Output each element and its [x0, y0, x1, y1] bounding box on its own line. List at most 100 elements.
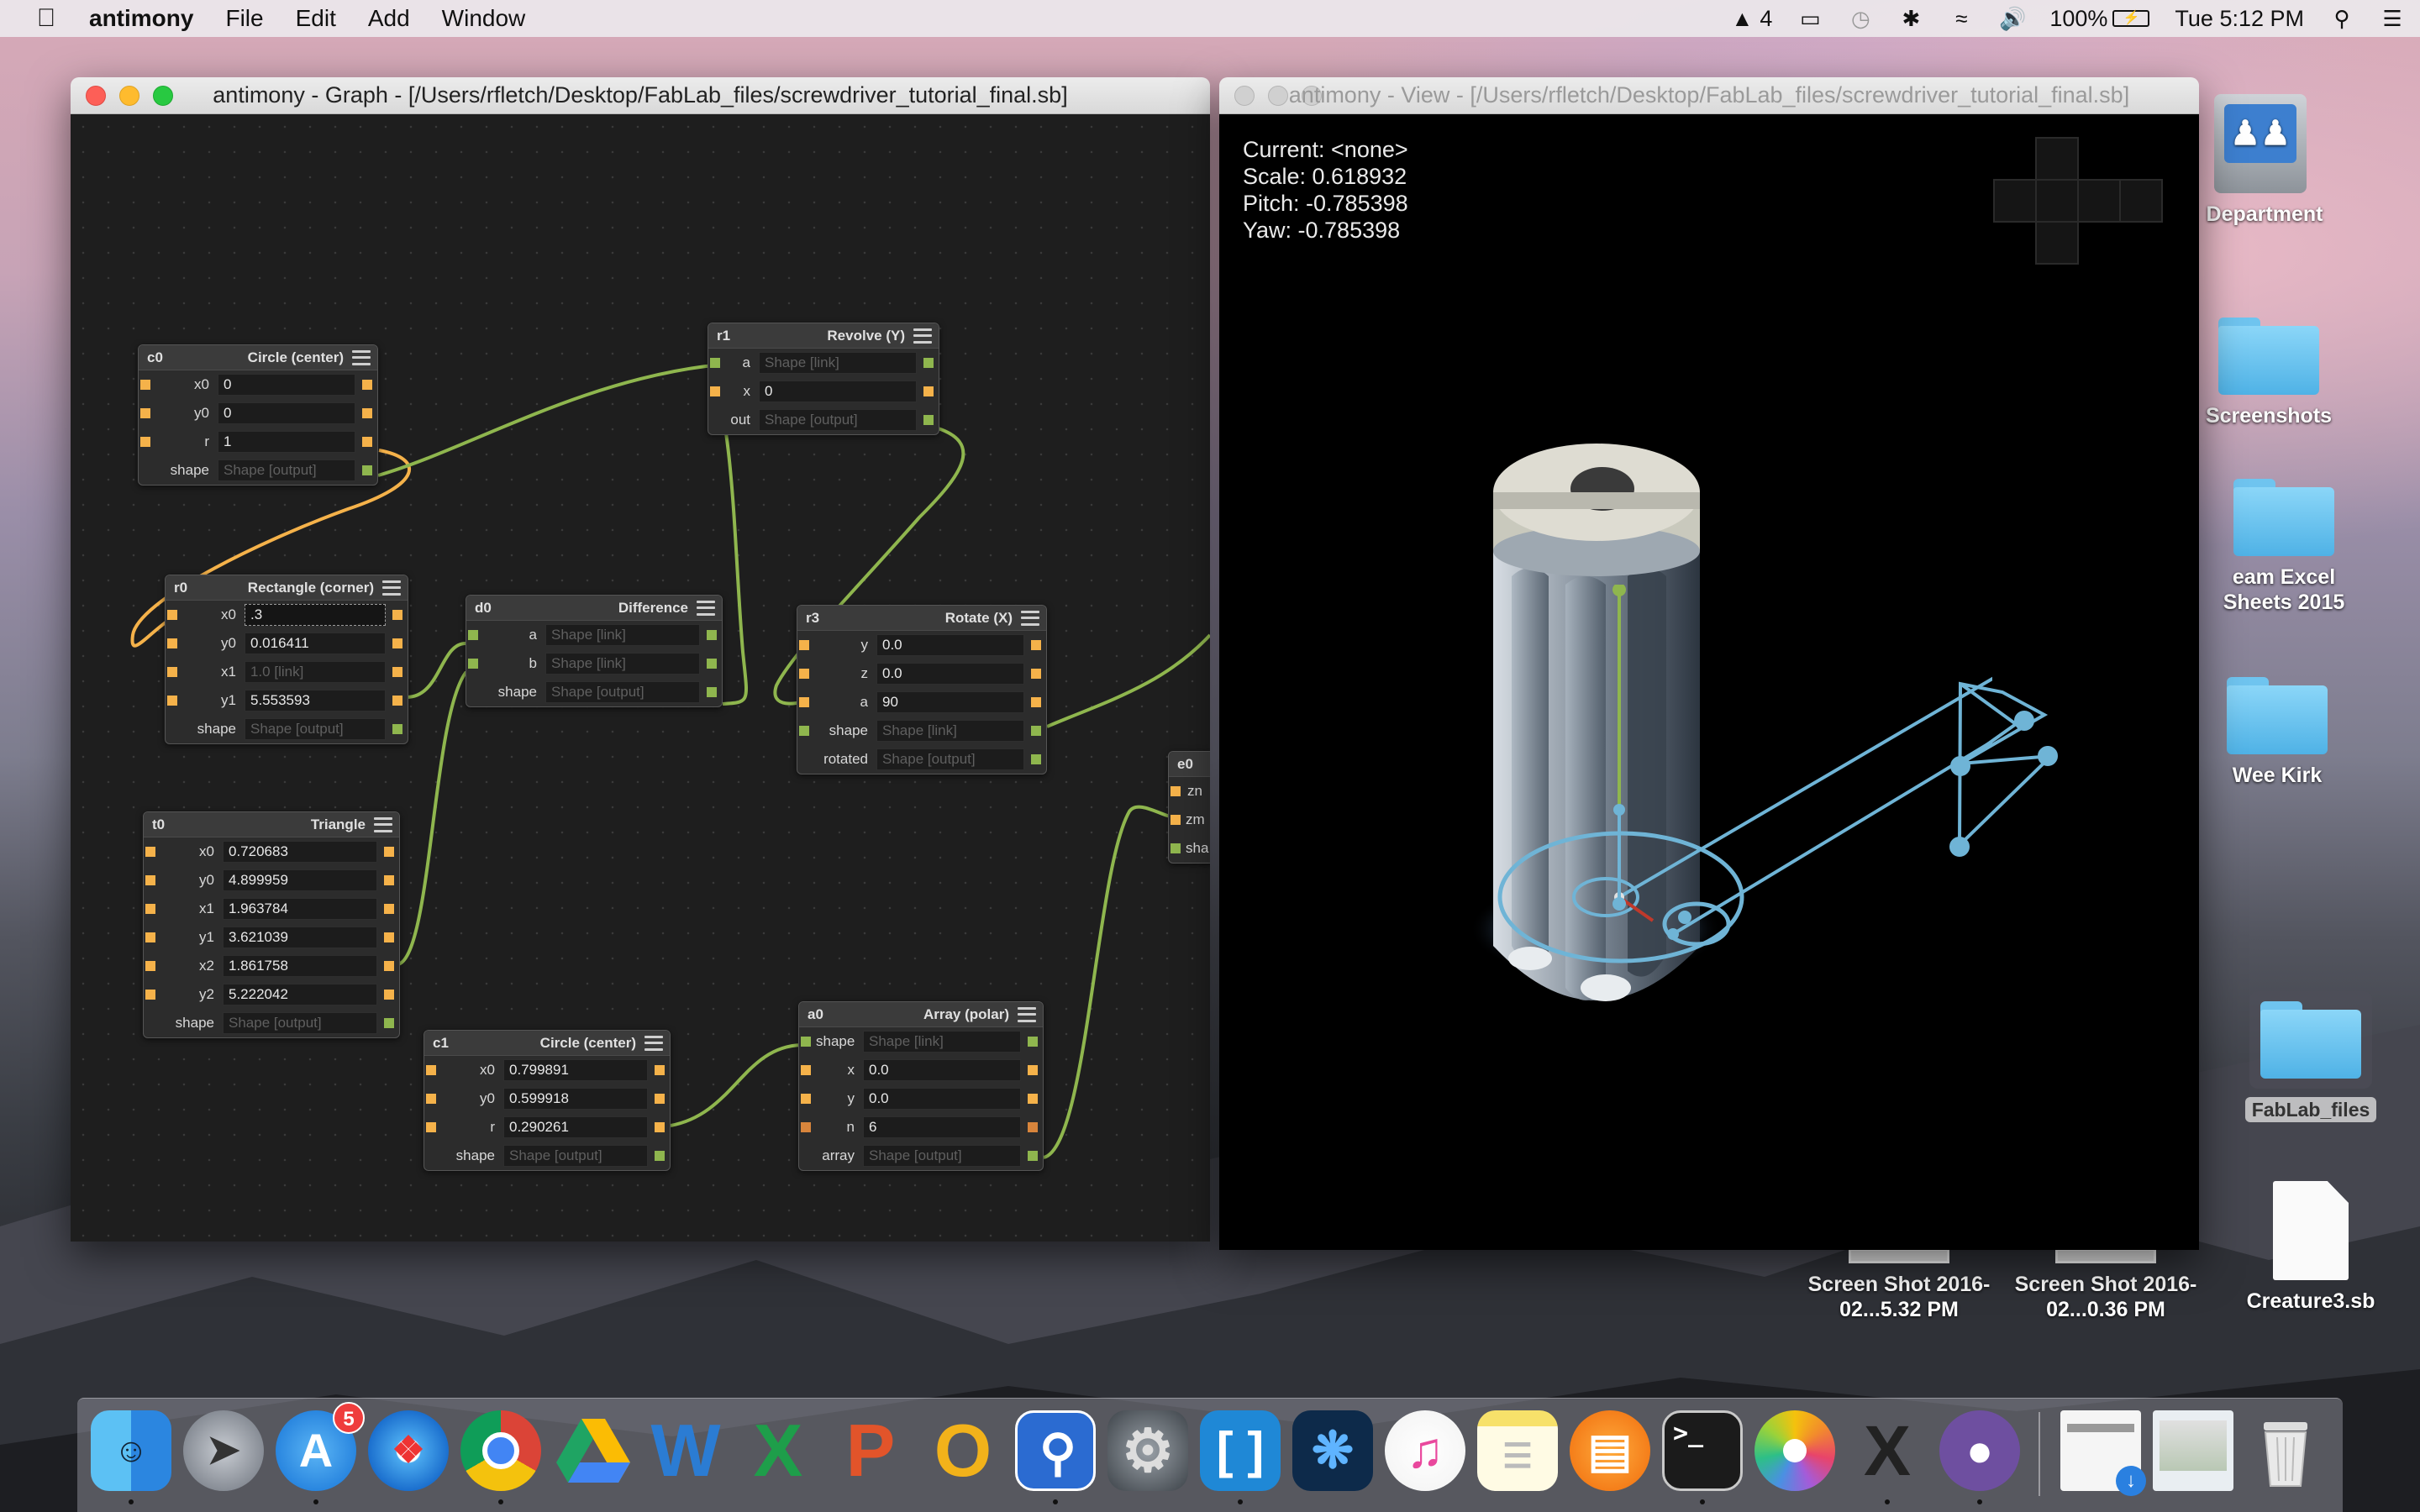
- output-pin[interactable]: [1031, 754, 1041, 764]
- minimize-button[interactable]: [1268, 85, 1288, 106]
- input-pin[interactable]: [145, 990, 155, 1000]
- row-value-field[interactable]: 5.553593: [245, 690, 386, 711]
- input-pin[interactable]: [145, 961, 155, 971]
- output-pin[interactable]: [384, 1018, 394, 1028]
- node-header[interactable]: t0 Triangle: [144, 812, 399, 837]
- output-pin[interactable]: [1028, 1065, 1038, 1075]
- input-pin[interactable]: [801, 1122, 811, 1132]
- zoom-button[interactable]: [1302, 85, 1322, 106]
- input-pin[interactable]: [799, 640, 809, 650]
- desktop-icon-screenshots[interactable]: Screenshots: [2193, 318, 2344, 428]
- output-pin[interactable]: [1028, 1151, 1038, 1161]
- row-value-field[interactable]: 4.899959: [223, 869, 377, 891]
- row-value-field[interactable]: 0.799891: [503, 1059, 648, 1081]
- output-pin[interactable]: [384, 904, 394, 914]
- node-menu-icon[interactable]: [1018, 1006, 1036, 1022]
- input-pin[interactable]: [799, 669, 809, 679]
- node-a0[interactable]: a0 Array (polar) shape Shape [link] x 0.0 …: [798, 1001, 1044, 1171]
- output-pin[interactable]: [384, 990, 394, 1000]
- node-header[interactable]: r0 Rectangle (corner): [166, 575, 408, 601]
- control-gizmos[interactable]: [1471, 585, 1992, 1021]
- input-pin[interactable]: [710, 358, 720, 368]
- output-pin[interactable]: [384, 961, 394, 971]
- dock-brackets-icon[interactable]: [ ]: [1200, 1410, 1281, 1491]
- node-header[interactable]: r3 Rotate (X): [797, 606, 1046, 631]
- output-pin[interactable]: [392, 667, 402, 677]
- input-pin[interactable]: [167, 667, 177, 677]
- view-orientation-cube[interactable]: [1989, 134, 2165, 269]
- node-header[interactable]: c1 Circle (center): [424, 1031, 670, 1056]
- desktop-icon-screen-shot-2[interactable]: Screen Shot 2016-02...0.36 PM: [2005, 1248, 2207, 1322]
- row-value-field[interactable]: 0: [218, 402, 355, 424]
- file-menu[interactable]: File: [225, 5, 263, 32]
- row-value-field[interactable]: 6: [863, 1116, 1021, 1138]
- output-pin[interactable]: [655, 1065, 665, 1075]
- graph-window-titlebar[interactable]: antimony - Graph - [/Users/rfletch/Deskt…: [71, 77, 1210, 114]
- input-pin[interactable]: [1171, 843, 1181, 853]
- dock-excel-icon[interactable]: X: [738, 1410, 818, 1491]
- output-pin[interactable]: [707, 687, 717, 697]
- input-pin[interactable]: [167, 638, 177, 648]
- input-pin[interactable]: [145, 847, 155, 857]
- input-pin[interactable]: [801, 1037, 811, 1047]
- output-pin[interactable]: [392, 638, 402, 648]
- input-pin[interactable]: [145, 875, 155, 885]
- output-pin[interactable]: [362, 465, 372, 475]
- output-pin[interactable]: [1028, 1122, 1038, 1132]
- input-pin[interactable]: [140, 408, 150, 418]
- battery-status[interactable]: 100% ⚡: [2049, 6, 2150, 32]
- node-header[interactable]: c0 Circle (center): [139, 345, 377, 370]
- node-header[interactable]: r1 Revolve (Y): [708, 323, 939, 349]
- output-pin[interactable]: [384, 875, 394, 885]
- node-r3[interactable]: r3 Rotate (X) y 0.0 z 0.0 a 90 shape Shape […: [797, 605, 1047, 774]
- dock-documents-stack-icon[interactable]: [2153, 1410, 2233, 1491]
- input-pin[interactable]: [140, 437, 150, 447]
- view-window-titlebar[interactable]: antimony - View - [/Users/rfletch/Deskto…: [1219, 77, 2199, 114]
- spotlight-search-icon[interactable]: ⚲: [2329, 7, 2354, 30]
- output-pin[interactable]: [1028, 1037, 1038, 1047]
- input-pin[interactable]: [801, 1094, 811, 1104]
- close-button[interactable]: [1234, 85, 1255, 106]
- input-pin[interactable]: [145, 932, 155, 942]
- output-pin[interactable]: [1028, 1094, 1038, 1104]
- row-value-field[interactable]: 1.963784: [223, 898, 377, 920]
- output-pin[interactable]: [923, 415, 934, 425]
- dock-launchpad-icon[interactable]: ➤: [183, 1410, 264, 1491]
- graph-canvas[interactable]: c0 Circle (center) x0 0 y0 0 r1 shape Shape…: [71, 114, 1210, 1242]
- output-pin[interactable]: [923, 358, 934, 368]
- desktop-icon-wee-kirk[interactable]: Wee Kirk: [2202, 677, 2353, 788]
- dock-antimony-icon[interactable]: ⚲: [1015, 1410, 1096, 1491]
- add-menu[interactable]: Add: [368, 5, 410, 32]
- window-menu[interactable]: Window: [442, 5, 526, 32]
- dock-word-icon[interactable]: W: [645, 1410, 726, 1491]
- node-menu-icon[interactable]: [374, 816, 392, 832]
- edit-menu[interactable]: Edit: [296, 5, 336, 32]
- output-pin[interactable]: [655, 1151, 665, 1161]
- desktop-icon-department[interactable]: ♟♟ Department: [2185, 94, 2336, 227]
- node-t0[interactable]: t0 Triangle x0 0.720683 y0 4.899959 x1 1.96…: [143, 811, 400, 1038]
- output-pin[interactable]: [384, 847, 394, 857]
- dock-x11-icon[interactable]: X: [1847, 1410, 1928, 1491]
- row-value-field[interactable]: 0.0: [863, 1088, 1021, 1110]
- desktop-icon-screen-shot-1[interactable]: Screen Shot 2016-02...5.32 PM: [1798, 1248, 2000, 1322]
- dock-trash-icon[interactable]: [2245, 1410, 2326, 1491]
- input-pin[interactable]: [468, 630, 478, 640]
- airplay-icon[interactable]: ▭: [1797, 7, 1823, 30]
- node-header[interactable]: e0: [1169, 752, 1210, 777]
- bluetooth-icon[interactable]: ✱: [1898, 7, 1923, 30]
- node-c0[interactable]: c0 Circle (center) x0 0 y0 0 r1 shape Shape…: [138, 344, 378, 486]
- dock-terminal-icon[interactable]: >_: [1662, 1410, 1743, 1491]
- dock-itunes-icon[interactable]: ♫: [1385, 1410, 1465, 1491]
- node-menu-icon[interactable]: [697, 600, 715, 616]
- row-value-field[interactable]: 0.0: [876, 663, 1024, 685]
- dock-chrome-icon[interactable]: [460, 1410, 541, 1491]
- apple-menu-icon[interactable]: : [34, 6, 59, 31]
- desktop-icon-excel-sheets[interactable]: eam Excel Sheets 2015: [2200, 479, 2368, 615]
- input-pin[interactable]: [1171, 786, 1181, 796]
- input-pin[interactable]: [426, 1094, 436, 1104]
- output-pin[interactable]: [362, 380, 372, 390]
- node-header[interactable]: d0 Difference: [466, 596, 722, 621]
- dock-app-store-icon[interactable]: A 5: [276, 1402, 365, 1491]
- dock-orbit-app-icon[interactable]: ❋: [1292, 1410, 1373, 1491]
- input-pin[interactable]: [799, 697, 809, 707]
